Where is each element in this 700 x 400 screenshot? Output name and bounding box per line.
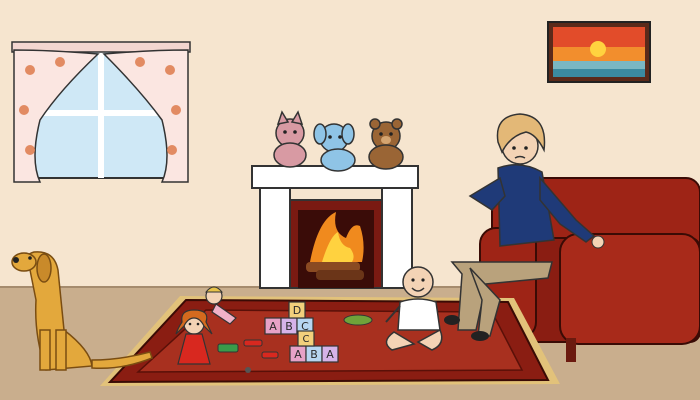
block-letter: C <box>303 334 310 345</box>
block: A <box>264 317 282 335</box>
fireplace <box>251 165 419 289</box>
block: D <box>288 301 306 319</box>
block: A <box>289 345 307 363</box>
block: B <box>280 317 298 335</box>
block-letter: A <box>294 348 302 361</box>
block-letter: A <box>269 320 277 333</box>
block: C <box>297 330 315 347</box>
block-letter: D <box>293 304 301 317</box>
living-room-scene: A B C D A B A C <box>0 0 700 400</box>
sunset-painting <box>547 21 651 83</box>
window-with-curtains <box>11 41 191 183</box>
block: A <box>321 345 339 363</box>
block: B <box>305 345 323 363</box>
block-letter: B <box>310 348 318 361</box>
block-letter: A <box>326 348 334 361</box>
block-letter: B <box>285 320 293 333</box>
